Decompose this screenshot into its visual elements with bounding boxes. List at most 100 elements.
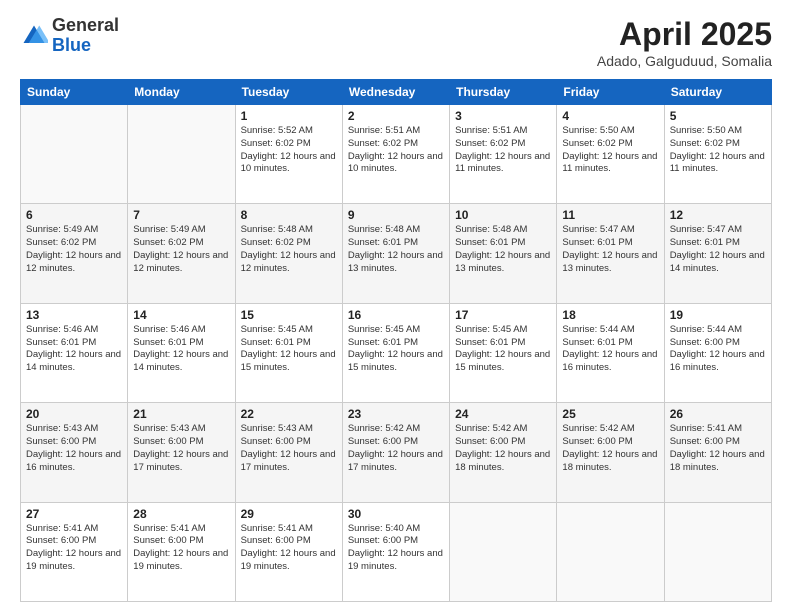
day-info: Sunrise: 5:49 AM Sunset: 6:02 PM Dayligh… — [133, 224, 229, 275]
logo: General Blue — [20, 16, 119, 56]
header-thursday: Thursday — [450, 80, 557, 105]
header-friday: Friday — [557, 80, 664, 105]
day-info: Sunrise: 5:47 AM Sunset: 6:01 PM Dayligh… — [670, 224, 766, 275]
calendar-cell: 4 Sunrise: 5:50 AM Sunset: 6:02 PM Daylig… — [557, 105, 664, 204]
day-number: 16 — [348, 308, 444, 322]
calendar-cell: 6 Sunrise: 5:49 AM Sunset: 6:02 PM Daylig… — [21, 204, 128, 303]
day-info: Sunrise: 5:48 AM Sunset: 6:01 PM Dayligh… — [455, 224, 551, 275]
day-number: 10 — [455, 208, 551, 222]
day-number: 5 — [670, 109, 766, 123]
day-info: Sunrise: 5:45 AM Sunset: 6:01 PM Dayligh… — [455, 324, 551, 375]
calendar-cell: 24 Sunrise: 5:42 AM Sunset: 6:00 PM Dayli… — [450, 403, 557, 502]
day-number: 11 — [562, 208, 658, 222]
calendar-cell: 12 Sunrise: 5:47 AM Sunset: 6:01 PM Dayli… — [664, 204, 771, 303]
calendar-cell: 21Sunrise: 5:43 AM Sunset: 6:00 PM Dayli… — [128, 403, 235, 502]
calendar-cell: 18 Sunrise: 5:44 AM Sunset: 6:01 PM Dayli… — [557, 303, 664, 402]
day-number: 30 — [348, 507, 444, 521]
calendar-cell: 8 Sunrise: 5:48 AM Sunset: 6:02 PM Daylig… — [235, 204, 342, 303]
day-info: Sunrise: 5:44 AM Sunset: 6:01 PM Dayligh… — [562, 324, 658, 375]
header-saturday: Saturday — [664, 80, 771, 105]
title-block: April 2025 Adado, Galguduud, Somalia — [597, 16, 772, 69]
calendar-cell: 7Sunrise: 5:49 AM Sunset: 6:02 PM Daylig… — [128, 204, 235, 303]
day-info: Sunrise: 5:43 AM Sunset: 6:00 PM Dayligh… — [241, 423, 337, 474]
header-tuesday: Tuesday — [235, 80, 342, 105]
day-info: Sunrise: 5:50 AM Sunset: 6:02 PM Dayligh… — [562, 125, 658, 176]
day-number: 1 — [241, 109, 337, 123]
day-number: 18 — [562, 308, 658, 322]
day-number: 19 — [670, 308, 766, 322]
calendar-cell: 17 Sunrise: 5:45 AM Sunset: 6:01 PM Dayli… — [450, 303, 557, 402]
calendar-week-row: 20 Sunrise: 5:43 AM Sunset: 6:00 PM Dayli… — [21, 403, 772, 502]
calendar-cell: 2 Sunrise: 5:51 AM Sunset: 6:02 PM Daylig… — [342, 105, 449, 204]
calendar-location: Adado, Galguduud, Somalia — [597, 53, 772, 69]
day-number: 17 — [455, 308, 551, 322]
logo-general-text: General — [52, 15, 119, 35]
calendar-cell: 26 Sunrise: 5:41 AM Sunset: 6:00 PM Dayli… — [664, 403, 771, 502]
calendar-cell: 16Sunrise: 5:45 AM Sunset: 6:01 PM Dayli… — [342, 303, 449, 402]
day-number: 6 — [26, 208, 122, 222]
day-number: 12 — [670, 208, 766, 222]
day-info: Sunrise: 5:42 AM Sunset: 6:00 PM Dayligh… — [348, 423, 444, 474]
day-info: Sunrise: 5:46 AM Sunset: 6:01 PM Dayligh… — [26, 324, 122, 375]
day-info: Sunrise: 5:40 AM Sunset: 6:00 PM Dayligh… — [348, 523, 444, 574]
day-info: Sunrise: 5:49 AM Sunset: 6:02 PM Dayligh… — [26, 224, 122, 275]
calendar-cell — [557, 502, 664, 601]
day-info: Sunrise: 5:43 AM Sunset: 6:00 PM Dayligh… — [26, 423, 122, 474]
day-info: Sunrise: 5:48 AM Sunset: 6:02 PM Dayligh… — [241, 224, 337, 275]
day-number: 4 — [562, 109, 658, 123]
calendar-cell: 23 Sunrise: 5:42 AM Sunset: 6:00 PM Dayli… — [342, 403, 449, 502]
header-monday: Monday — [128, 80, 235, 105]
day-info: Sunrise: 5:45 AM Sunset: 6:01 PM Dayligh… — [241, 324, 337, 375]
calendar-cell — [450, 502, 557, 601]
calendar-cell: 3 Sunrise: 5:51 AM Sunset: 6:02 PM Daylig… — [450, 105, 557, 204]
calendar-cell: 28 Sunrise: 5:41 AM Sunset: 6:00 PM Dayli… — [128, 502, 235, 601]
calendar-cell: 15 Sunrise: 5:45 AM Sunset: 6:01 PM Dayli… — [235, 303, 342, 402]
day-number: 23 — [348, 407, 444, 421]
calendar-cell: 13 Sunrise: 5:46 AM Sunset: 6:01 PM Dayli… — [21, 303, 128, 402]
day-number: 15 — [241, 308, 337, 322]
calendar-table: Sunday Monday Tuesday Wednesday Thursday… — [20, 79, 772, 602]
header: General Blue April 2025 Adado, Galguduud… — [20, 16, 772, 69]
calendar-cell: 19Sunrise: 5:44 AM Sunset: 6:00 PM Dayli… — [664, 303, 771, 402]
day-info: Sunrise: 5:42 AM Sunset: 6:00 PM Dayligh… — [455, 423, 551, 474]
day-number: 29 — [241, 507, 337, 521]
day-number: 2 — [348, 109, 444, 123]
weekday-header-row: Sunday Monday Tuesday Wednesday Thursday… — [21, 80, 772, 105]
day-number: 26 — [670, 407, 766, 421]
calendar-cell: 1 Sunrise: 5:52 AM Sunset: 6:02 PM Daylig… — [235, 105, 342, 204]
day-number: 28 — [133, 507, 229, 521]
day-number: 20 — [26, 407, 122, 421]
day-number: 3 — [455, 109, 551, 123]
day-info: Sunrise: 5:51 AM Sunset: 6:02 PM Dayligh… — [455, 125, 551, 176]
day-info: Sunrise: 5:41 AM Sunset: 6:00 PM Dayligh… — [241, 523, 337, 574]
calendar-cell: 5Sunrise: 5:50 AM Sunset: 6:02 PM Daylig… — [664, 105, 771, 204]
calendar-cell: 20 Sunrise: 5:43 AM Sunset: 6:00 PM Dayli… — [21, 403, 128, 502]
day-info: Sunrise: 5:42 AM Sunset: 6:00 PM Dayligh… — [562, 423, 658, 474]
day-info: Sunrise: 5:47 AM Sunset: 6:01 PM Dayligh… — [562, 224, 658, 275]
header-sunday: Sunday — [21, 80, 128, 105]
day-info: Sunrise: 5:41 AM Sunset: 6:00 PM Dayligh… — [26, 523, 122, 574]
day-number: 13 — [26, 308, 122, 322]
day-info: Sunrise: 5:51 AM Sunset: 6:02 PM Dayligh… — [348, 125, 444, 176]
day-info: Sunrise: 5:43 AM Sunset: 6:00 PM Dayligh… — [133, 423, 229, 474]
calendar-cell: 27Sunrise: 5:41 AM Sunset: 6:00 PM Dayli… — [21, 502, 128, 601]
calendar-cell: 9Sunrise: 5:48 AM Sunset: 6:01 PM Daylig… — [342, 204, 449, 303]
day-number: 24 — [455, 407, 551, 421]
calendar-cell: 10 Sunrise: 5:48 AM Sunset: 6:01 PM Dayli… — [450, 204, 557, 303]
day-number: 25 — [562, 407, 658, 421]
calendar-week-row: 27Sunrise: 5:41 AM Sunset: 6:00 PM Dayli… — [21, 502, 772, 601]
calendar-cell — [128, 105, 235, 204]
day-info: Sunrise: 5:41 AM Sunset: 6:00 PM Dayligh… — [670, 423, 766, 474]
calendar-week-row: 6 Sunrise: 5:49 AM Sunset: 6:02 PM Daylig… — [21, 204, 772, 303]
day-info: Sunrise: 5:41 AM Sunset: 6:00 PM Dayligh… — [133, 523, 229, 574]
day-info: Sunrise: 5:52 AM Sunset: 6:02 PM Dayligh… — [241, 125, 337, 176]
calendar-cell: 11 Sunrise: 5:47 AM Sunset: 6:01 PM Dayli… — [557, 204, 664, 303]
logo-blue-text: Blue — [52, 35, 91, 55]
calendar-cell — [21, 105, 128, 204]
day-number: 8 — [241, 208, 337, 222]
day-number: 9 — [348, 208, 444, 222]
day-info: Sunrise: 5:46 AM Sunset: 6:01 PM Dayligh… — [133, 324, 229, 375]
calendar-title: April 2025 — [597, 16, 772, 53]
day-number: 14 — [133, 308, 229, 322]
day-number: 22 — [241, 407, 337, 421]
